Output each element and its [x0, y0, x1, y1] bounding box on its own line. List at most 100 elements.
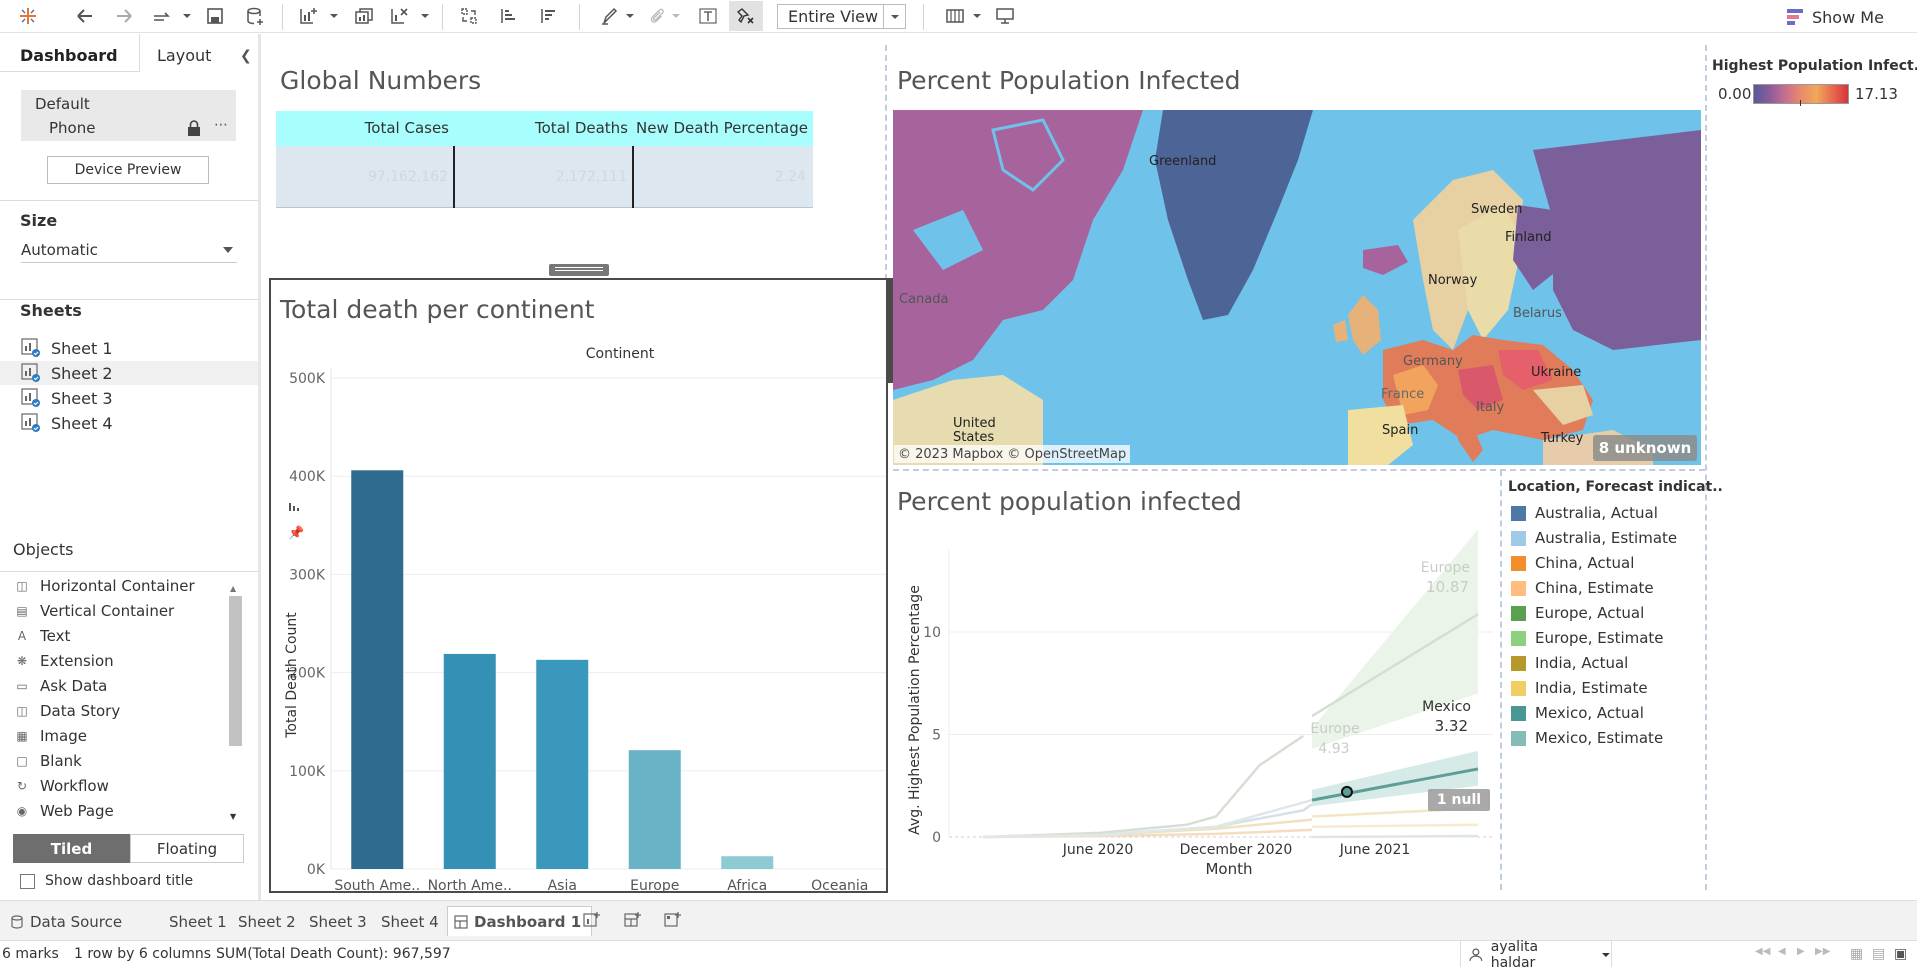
device-default[interactable]: Default — [35, 95, 90, 113]
tab-sheet-1[interactable]: Sheet 1 — [169, 913, 227, 931]
floating-button[interactable]: Floating — [130, 834, 244, 863]
pin-clear-icon[interactable] — [729, 1, 763, 31]
sheet-item-3[interactable]: Sheet 3 — [21, 386, 251, 410]
new-dashboard-tab-icon[interactable] — [624, 911, 642, 929]
tab-layout[interactable]: Layout — [157, 46, 211, 65]
sort-descending-icon[interactable] — [537, 5, 561, 27]
lock-icon[interactable] — [187, 120, 201, 136]
chevron-down-icon[interactable] — [626, 12, 634, 20]
tab-dashboard[interactable]: Dashboard — [20, 46, 118, 65]
unknown-indicator[interactable]: 8 unknown — [1593, 435, 1697, 461]
sort-ascending-icon[interactable] — [497, 5, 521, 27]
fit-select[interactable]: Entire View — [777, 4, 906, 29]
show-me-button[interactable]: Show Me — [1786, 5, 1884, 29]
new-worksheet-icon[interactable] — [296, 5, 320, 27]
scroll-up-icon[interactable]: ▲ — [230, 584, 236, 593]
chevron-down-icon[interactable] — [330, 12, 338, 20]
scroll-thumb[interactable] — [229, 596, 242, 746]
legend-item[interactable]: Europe, Estimate — [1511, 628, 1664, 648]
next-page-icon[interactable]: ▶ — [1797, 946, 1805, 957]
new-datasource-icon[interactable] — [243, 5, 267, 27]
australia-estimate-line[interactable] — [1312, 834, 1479, 839]
grid-view-icon[interactable]: ▦ — [1850, 946, 1863, 962]
paperclip-icon[interactable] — [645, 5, 669, 27]
clear-sheet-icon[interactable] — [387, 5, 411, 27]
sheet-item-2[interactable]: Sheet 2 — [0, 361, 258, 385]
highlight-icon[interactable] — [597, 5, 621, 27]
object-horizontal-container[interactable]: ◫ Horizontal Container — [14, 575, 194, 597]
pin-icon[interactable]: 📌 — [288, 524, 304, 541]
bar-asia[interactable] — [536, 659, 589, 869]
legend-item[interactable]: Australia, Estimate — [1511, 528, 1677, 548]
objects-scrollbar[interactable]: ▲ ▼ — [227, 584, 242, 826]
legend-item[interactable]: India, Actual — [1511, 653, 1628, 673]
swap-icon[interactable] — [457, 5, 481, 27]
user-menu[interactable]: ayalita haldar — [1460, 939, 1612, 967]
tableau-logo-icon[interactable] — [16, 5, 40, 27]
device-phone[interactable]: Phone — [49, 119, 95, 137]
object-text[interactable]: A Text — [14, 625, 70, 647]
collapse-panel-icon[interactable]: ❮ — [240, 48, 252, 64]
bar-europe[interactable] — [628, 750, 681, 869]
axis-sort-icon[interactable] — [289, 503, 299, 511]
show-title-checkbox[interactable] — [20, 873, 35, 889]
object-ask-data[interactable]: ▭ Ask Data — [14, 675, 107, 697]
tab-sheet-2[interactable]: Sheet 2 — [238, 913, 296, 931]
bar-south-ame-[interactable] — [351, 470, 404, 869]
tab-data-source[interactable]: Data Source — [10, 913, 122, 931]
filmstrip-view-icon[interactable]: ▤ — [1872, 946, 1885, 962]
text-label-icon[interactable] — [696, 5, 720, 27]
object-data-story[interactable]: ◫ Data Story — [14, 700, 120, 722]
object-image[interactable]: ▦ Image — [14, 725, 87, 747]
map[interactable]: Greenland Sweden Finland Norway Belarus … — [893, 110, 1701, 465]
undo-icon[interactable] — [73, 5, 97, 27]
tab-sheet-3[interactable]: Sheet 3 — [309, 913, 367, 931]
bar-north-ame-[interactable] — [443, 653, 496, 869]
bar-chart[interactable]: Continent 500K400K300K200K100K0K South A… — [271, 330, 886, 891]
object-web-page[interactable]: ◉ Web Page — [14, 800, 114, 822]
sheet-item-1[interactable]: Sheet 1 — [21, 336, 251, 360]
tab-dashboard-1[interactable]: Dashboard 1 — [447, 906, 593, 936]
legend-item[interactable]: Europe, Actual — [1511, 603, 1644, 623]
object-vertical-container[interactable]: ▤ Vertical Container — [14, 600, 174, 622]
chevron-down-icon[interactable] — [883, 5, 905, 28]
object-workflow[interactable]: ↻ Workflow — [14, 775, 109, 797]
show-dashboard-title[interactable]: Show dashboard title — [20, 873, 193, 889]
legend-item[interactable]: Mexico, Actual — [1511, 703, 1644, 723]
scroll-down-icon[interactable]: ▼ — [230, 812, 236, 821]
view-cards-icon[interactable] — [943, 5, 967, 27]
duplicate-sheet-icon[interactable] — [352, 5, 376, 27]
last-page-icon[interactable]: ▶▶ — [1815, 946, 1830, 957]
replay-icon[interactable] — [150, 5, 174, 27]
sheet-item-4[interactable]: Sheet 4 — [21, 411, 251, 435]
china-estimate-line[interactable] — [1312, 823, 1479, 828]
europe-actual-line[interactable] — [982, 734, 1304, 839]
legend-item[interactable]: Mexico, Estimate — [1511, 728, 1663, 748]
drag-handle[interactable] — [549, 264, 609, 276]
tabs-view-icon[interactable]: ▣ — [1894, 946, 1907, 962]
selected-point[interactable] — [1340, 785, 1353, 798]
size-select[interactable]: Automatic — [21, 241, 237, 263]
device-preview-button[interactable]: Device Preview — [47, 156, 209, 184]
tab-sheet-4[interactable]: Sheet 4 — [381, 913, 439, 931]
new-story-tab-icon[interactable] — [664, 911, 682, 929]
chevron-down-icon[interactable] — [973, 12, 981, 20]
chevron-down-icon[interactable] — [421, 12, 429, 20]
legend-item[interactable]: China, Estimate — [1511, 578, 1654, 598]
legend-item[interactable]: India, Estimate — [1511, 678, 1648, 698]
tiled-button[interactable]: Tiled — [13, 834, 130, 863]
prev-page-icon[interactable]: ◀ — [1778, 946, 1786, 957]
new-worksheet-tab-icon[interactable] — [583, 911, 601, 929]
presentation-icon[interactable] — [993, 5, 1017, 27]
null-indicator[interactable]: 1 null — [1428, 789, 1490, 811]
line-chart[interactable]: 10 5 0 June 2020 December 2020 June 2021 Avg… — [893, 520, 1498, 890]
first-page-icon[interactable]: ◀◀ — [1755, 946, 1770, 957]
legend-item[interactable]: Australia, Actual — [1511, 503, 1658, 523]
legend-item[interactable]: China, Actual — [1511, 553, 1634, 573]
bar-africa[interactable] — [721, 856, 774, 869]
more-icon[interactable]: ⋯ — [214, 117, 228, 133]
object-extension[interactable]: ❋ Extension — [14, 650, 114, 672]
redo-icon[interactable] — [112, 5, 136, 27]
save-icon[interactable] — [203, 5, 227, 27]
chevron-down-icon[interactable] — [183, 12, 191, 20]
